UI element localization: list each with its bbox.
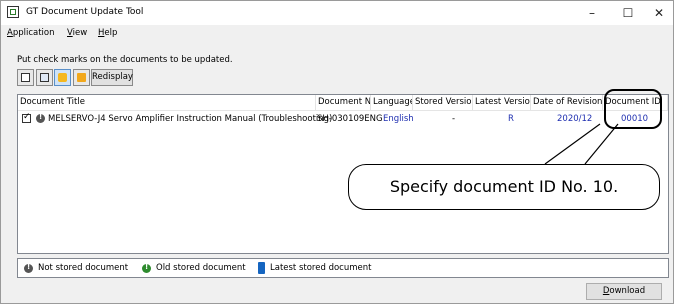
legend-bar: Not stored document Old stored document …	[17, 258, 669, 278]
col-header-title[interactable]: Document Title	[18, 95, 316, 110]
legend-old-stored: Old stored document	[156, 263, 246, 273]
uncheck-all-icon	[40, 73, 49, 82]
redisplay-button[interactable]: Redisplay	[91, 69, 133, 86]
download-button[interactable]: Download	[586, 283, 662, 300]
not-stored-icon	[36, 113, 45, 123]
not-stored-legend-icon	[24, 263, 33, 273]
latest-stored-legend-icon	[258, 262, 265, 274]
maximize-button[interactable]: ☐	[611, 3, 645, 23]
callout-note: Specify document ID No. 10.	[348, 164, 660, 210]
col-header-language[interactable]: Language	[371, 95, 413, 110]
menu-application[interactable]: Application	[7, 28, 55, 38]
cell-title: MELSERVO-J4 Servo Amplifier Instruction …	[48, 114, 333, 124]
minimize-button[interactable]: –	[575, 3, 609, 23]
open-folder-icon	[77, 73, 86, 82]
star-folder-icon	[58, 73, 67, 82]
app-icon	[7, 6, 19, 18]
document-id-highlight	[604, 89, 662, 129]
star-folder-button[interactable]	[54, 69, 71, 86]
menu-bar: Application View Help	[1, 26, 673, 41]
row-checkbox[interactable]	[22, 112, 31, 123]
cell-language: English	[383, 114, 414, 124]
cell-latest-version: R	[508, 114, 514, 124]
uncheck-all-button[interactable]	[36, 69, 53, 86]
app-window: GT Document Update Tool – ☐ ✕ Applicatio…	[0, 0, 674, 304]
col-header-stored-version[interactable]: Stored Version	[413, 95, 473, 110]
check-all-icon	[21, 73, 30, 82]
title-bar: GT Document Update Tool – ☐ ✕	[1, 1, 673, 25]
menu-view[interactable]: View	[67, 28, 87, 38]
col-header-doc-no[interactable]: Document No.	[316, 95, 371, 110]
window-title: GT Document Update Tool	[26, 7, 144, 17]
close-button[interactable]: ✕	[647, 3, 671, 23]
menu-help[interactable]: Help	[98, 28, 117, 38]
legend-latest-stored: Latest stored document	[270, 263, 372, 273]
col-header-date[interactable]: Date of Revision	[531, 95, 603, 110]
header-divider	[18, 110, 668, 111]
old-stored-legend-icon	[142, 263, 151, 273]
cell-stored-version: -	[452, 114, 456, 124]
instruction-text: Put check marks on the documents to be u…	[17, 55, 233, 65]
cell-date: 2020/12	[557, 114, 593, 124]
legend-not-stored: Not stored document	[38, 263, 129, 273]
open-folder-button[interactable]	[73, 69, 90, 86]
check-all-button[interactable]	[17, 69, 34, 86]
cell-doc-no: SH-030109ENG	[317, 114, 383, 124]
col-header-latest-version[interactable]: Latest Version	[473, 95, 531, 110]
